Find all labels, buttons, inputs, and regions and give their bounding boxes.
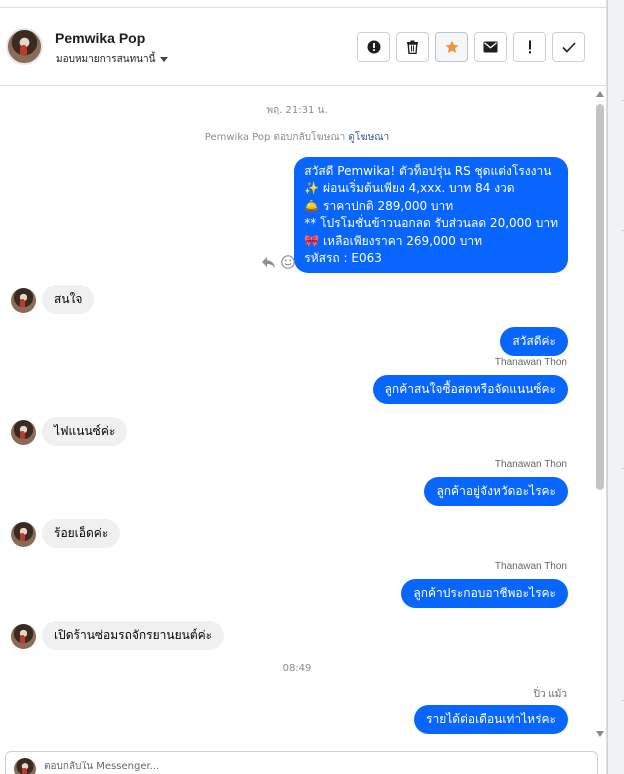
- outgoing-message[interactable]: ลูกค้าประกอบอาชีพอะไรคะ: [401, 579, 568, 609]
- conversation-header: Pemwika Pop มอบหมายการสนทนานี้: [0, 8, 606, 86]
- incoming-message[interactable]: ไฟแนนซ์ค่ะ: [42, 417, 128, 447]
- scroll-down-arrow-icon[interactable]: [596, 731, 604, 737]
- mark-done-button[interactable]: [552, 32, 585, 62]
- alert-circle-icon: [367, 40, 380, 54]
- timestamp: พฤ. 21:31 น.: [266, 105, 328, 116]
- top-edge: [0, 0, 606, 8]
- emoji-icon[interactable]: [281, 255, 295, 269]
- sender-name: Thanawan Thon: [494, 561, 567, 572]
- star-button[interactable]: [435, 32, 468, 62]
- contact-avatar-small: [11, 522, 36, 547]
- outgoing-message[interactable]: ลูกค้าสนใจซื้อสดหรือจัดแนนซ์คะ: [372, 375, 568, 405]
- ad-line: สวัสดี Pemwika! ตัวท็อปรุ่น RS ชุดแต่งโร…: [304, 164, 552, 178]
- contact-avatar[interactable]: [6, 28, 43, 65]
- ad-line: ** โปรโมชั่นข้าวนอกลด รับส่วนลด 20,000 บ…: [304, 216, 558, 231]
- incoming-message[interactable]: สนใจ: [42, 285, 95, 315]
- contact-avatar-small: [11, 420, 36, 445]
- ad-message-bubble[interactable]: สวัสดี Pemwika! ตัวท็อปรุ่น RS ชุดแต่งโร…: [294, 157, 568, 274]
- contact-avatar-small: [11, 288, 36, 313]
- reply-input[interactable]: [44, 761, 544, 772]
- mark-spam-button[interactable]: [357, 32, 390, 62]
- ad-line: ✨ ผ่อนเริ่มต้นเพียง 4,xxx. บาท 84 งวด: [304, 181, 515, 196]
- incoming-message[interactable]: เปิดร้านซ่อมรถจักรยานยนต์ค่ะ: [42, 621, 225, 651]
- ad-reply-prefix: Pemwika Pop ตอบกลับโฆษณา: [204, 132, 346, 143]
- mark-unread-button[interactable]: [474, 32, 507, 62]
- message-thread[interactable]: พฤ. 21:31 น. Pemwika Pop ตอบกลับโฆษณา ดู…: [0, 87, 606, 747]
- sender-name: Thanawan Thon: [494, 459, 567, 470]
- follow-up-button[interactable]: [513, 32, 546, 62]
- check-icon: [561, 41, 576, 53]
- contact-name[interactable]: Pemwika Pop: [55, 30, 145, 46]
- right-panel-edge: [607, 0, 624, 774]
- delete-button[interactable]: [396, 32, 429, 62]
- contact-avatar-small: [11, 624, 36, 649]
- reply-composer: [5, 751, 598, 774]
- ad-line: 🎀 เหลือเพียงราคา 269,000 บาท: [304, 233, 482, 248]
- exclamation-icon: [528, 40, 531, 54]
- conversation-panel: Pemwika Pop มอบหมายการสนทนานี้ พฤ. 21:31…: [0, 0, 607, 774]
- ad-reply-notice: Pemwika Pop ตอบกลับโฆษณา ดูโฆษณา: [0, 130, 594, 145]
- assign-label: มอบหมายการสนทนานี้: [56, 54, 156, 65]
- reply-icon[interactable]: [261, 256, 276, 269]
- assign-conversation-dropdown[interactable]: มอบหมายการสนทนานี้: [56, 52, 169, 67]
- thread-scrollbar[interactable]: [594, 87, 606, 743]
- scroll-thumb[interactable]: [596, 104, 604, 490]
- star-icon: [445, 40, 458, 53]
- incoming-message[interactable]: ร้อยเอ็ดค่ะ: [42, 519, 121, 549]
- timestamp: 08:49: [282, 663, 312, 674]
- ad-line: 🛎️ ราคาปกติ 289,000 บาท: [304, 198, 454, 213]
- view-ad-link[interactable]: ดูโฆษณา: [348, 132, 389, 143]
- conversation-toolbar: [357, 32, 585, 62]
- outgoing-message[interactable]: รายได้ต่อเดือนเท่าไหร่คะ: [414, 705, 568, 735]
- caret-down-icon: [160, 57, 169, 62]
- page-avatar: [14, 758, 36, 774]
- ad-line: รหัสรถ : E063: [304, 251, 382, 266]
- outgoing-message[interactable]: สวัสดีค่ะ: [500, 327, 568, 357]
- mail-icon: [483, 41, 498, 53]
- trash-icon: [407, 40, 418, 54]
- outgoing-message[interactable]: ลูกค้าอยู่จังหวัดอะไรคะ: [424, 477, 568, 507]
- sender-name: Thanawan Thon: [494, 357, 567, 368]
- sender-name: ปิ่ว แม้ว: [533, 689, 567, 700]
- scroll-up-arrow-icon[interactable]: [596, 91, 604, 97]
